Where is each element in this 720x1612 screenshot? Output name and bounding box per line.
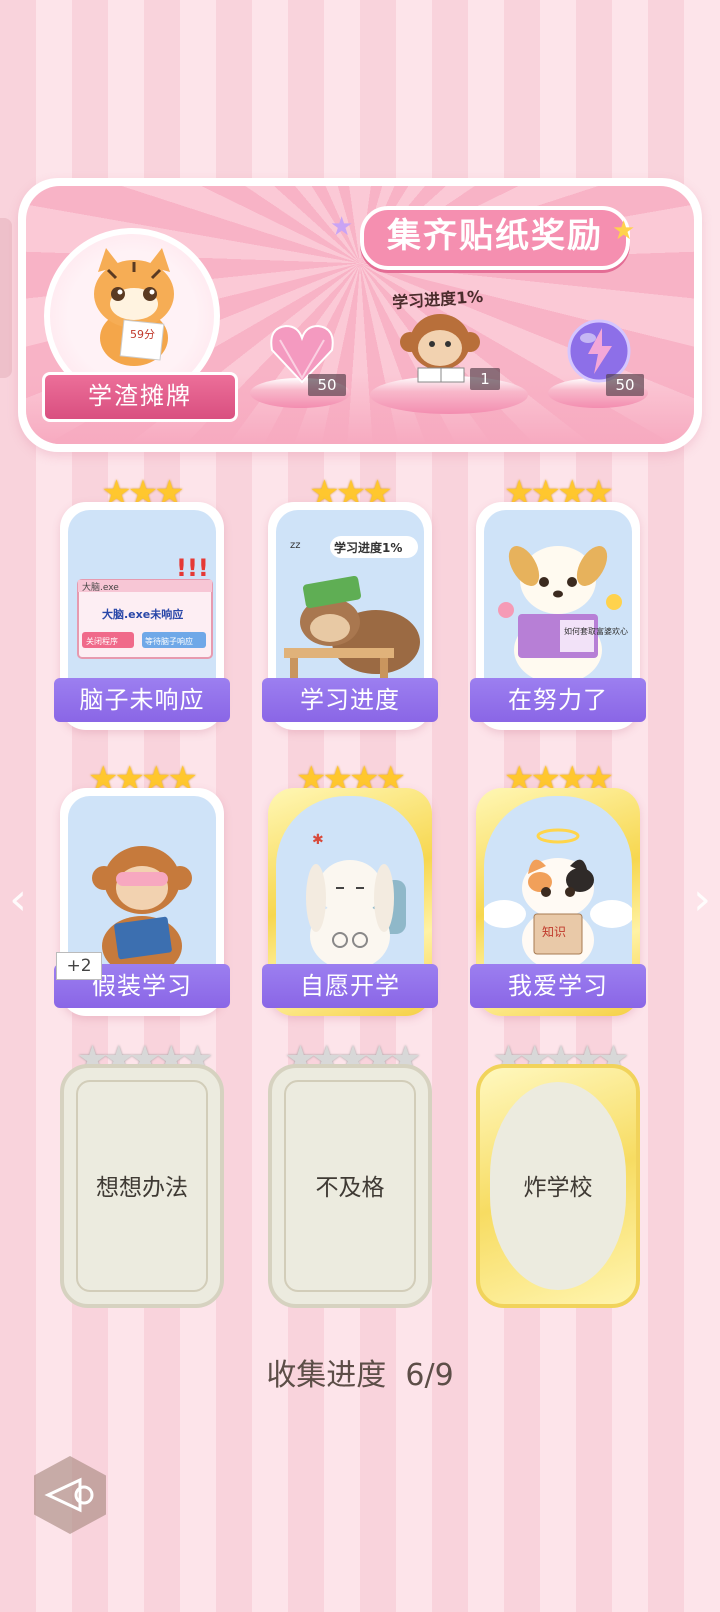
banner-title: 集齐贴纸奖励 [360,206,630,270]
progress-value: 6/9 [405,1358,454,1393]
yellow-star-icon: ★ [612,216,636,246]
sticker-card-3[interactable]: 如何套取富婆欢心 在努力了 [470,502,646,730]
progress-label: 收集进度 [266,1358,387,1393]
avatar-name-ribbon: 学渣摊牌 [42,372,238,422]
popup-title: 大脑.exe [82,581,119,593]
card-label: 自愿开学 [262,964,438,1008]
sticker-card-2[interactable]: 学习进度1% zz 学习进度 [262,502,438,730]
sloth-progress-text: 学习进度1% [334,540,402,555]
locked-card-3[interactable]: 炸学校 [476,1064,640,1308]
sticker-card-1[interactable]: !!! 大脑.exe 大脑.exe未响应 关闭程序 等待脑子响应 脑子未响应 [54,502,230,730]
card-label: 脑子未响应 [54,678,230,722]
paper-score: 59分 [130,328,155,341]
reward-count: 1 [470,368,500,390]
card-label: 学习进度 [262,678,438,722]
tiger-avatar-icon: 59分 [94,248,174,366]
back-arrow-icon [44,1477,94,1513]
locked-card-2[interactable]: 不及格 [268,1064,432,1308]
popup-message: 大脑.exe未响应 [102,607,183,621]
sticker-card-6[interactable]: 知识 我爱学习 [470,788,646,1016]
reward-count: 50 [606,374,644,396]
popup-button-wait: 等待脑子响应 [145,636,193,646]
sticker-card-5[interactable]: ✱ 自愿开学 [262,788,438,1016]
reward-count: 50 [308,374,346,396]
side-tab[interactable] [0,218,12,378]
svg-text:✱: ✱ [312,832,324,848]
locked-card-label: 想想办法 [96,1175,188,1201]
popup-button-close: 关闭程序 [86,636,118,646]
purple-star-icon: ★ [330,212,354,242]
locked-card-label: 炸学校 [523,1175,593,1201]
card-label: 我爱学习 [470,964,646,1008]
sleep-zz: zz [290,540,301,551]
sticker-card-4[interactable]: 假装学习 [54,788,230,1016]
locked-card-label: 不及格 [315,1175,385,1201]
prev-page-arrow[interactable]: ‹ [4,876,32,924]
book-text: 知识 [542,925,566,939]
next-page-arrow[interactable]: › [688,876,716,924]
duplicate-count-badge: +2 [56,952,102,980]
locked-card-1[interactable]: 想想办法 [60,1064,224,1308]
card-label: 在努力了 [470,678,646,722]
svg-text:!!!: !!! [176,554,209,582]
book-title: 如何套取富婆欢心 [564,626,628,636]
collection-progress: 收集进度 6/9 [0,1350,720,1394]
